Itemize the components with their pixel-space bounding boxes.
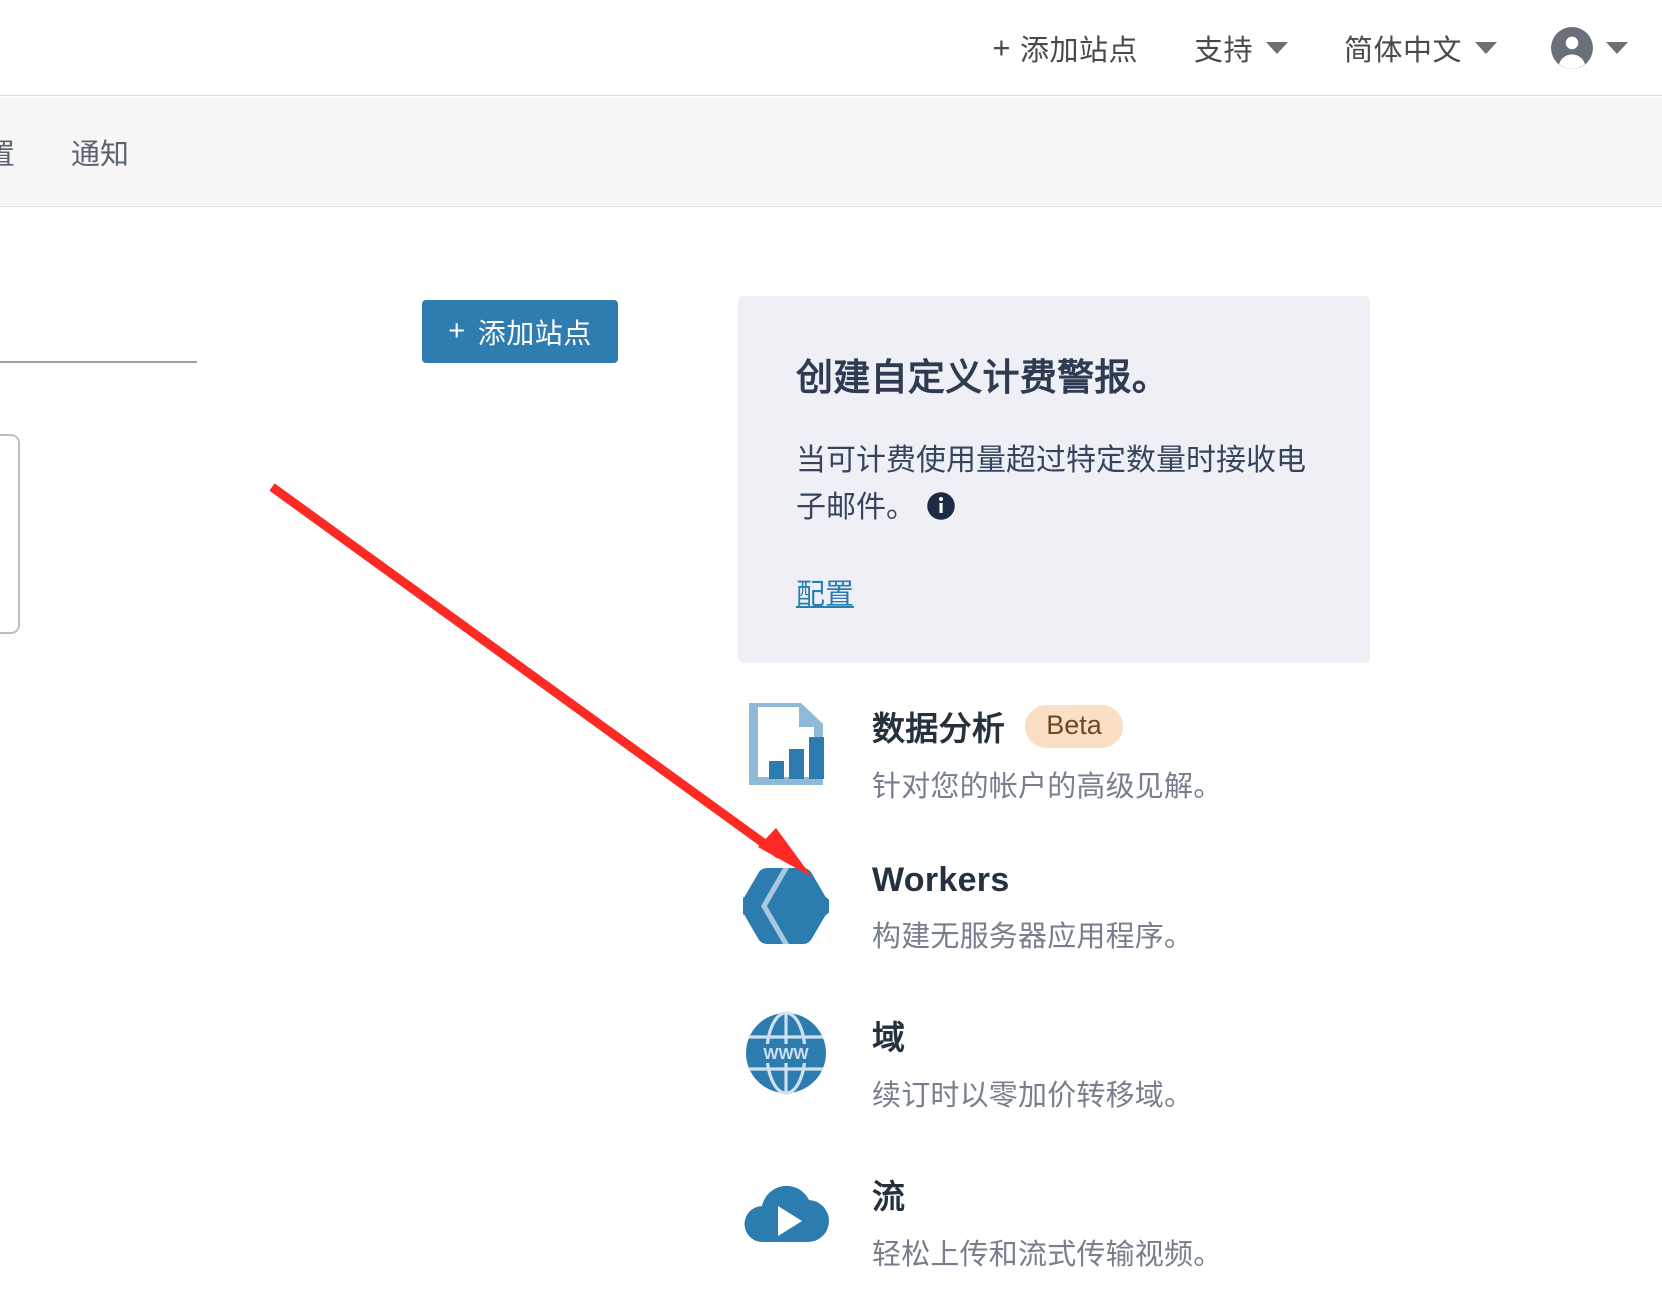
workers-logo-icon <box>738 857 834 949</box>
chevron-down-icon <box>1265 41 1288 54</box>
user-avatar-icon <box>1551 26 1593 69</box>
left-panel-divider <box>0 361 197 363</box>
product-title-row: Workers <box>872 861 1193 900</box>
product-desc-analytics: 针对您的帐户的高级见解。 <box>872 771 1223 803</box>
product-desc-stream: 轻松上传和流式传输视频。 <box>872 1239 1223 1271</box>
billing-alert-description-text: 当可计费使用量超过特定数量时接收电子邮件。 <box>796 444 1306 524</box>
product-item-stream[interactable]: 流 轻松上传和流式传输视频。 <box>738 1166 1378 1273</box>
product-text-workers: Workers 构建无服务器应用程序。 <box>872 857 1193 955</box>
billing-alert-description: 当可计费使用量超过特定数量时接收电子邮件。 <box>796 438 1312 535</box>
subnav-item-settings[interactable]: 置 <box>0 131 15 173</box>
add-site-button[interactable]: + 添加站点 <box>422 300 618 363</box>
product-desc-workers: 构建无服务器应用程序。 <box>872 921 1194 953</box>
product-item-domains[interactable]: WWW 域 续订时以零加价转移域。 <box>738 1007 1378 1114</box>
chevron-down-icon <box>1475 41 1497 54</box>
product-title-row: 流 <box>872 1170 1222 1218</box>
billing-alert-configure-link[interactable]: 配置 <box>796 571 854 613</box>
info-icon[interactable] <box>926 489 956 536</box>
top-nav-language-label: 简体中文 <box>1343 34 1462 67</box>
chevron-down-icon <box>1606 41 1628 54</box>
top-nav-account-menu[interactable] <box>1525 26 1628 69</box>
top-nav-add-site-label: 添加站点 <box>1019 34 1138 67</box>
product-list: 数据分析 Beta 针对您的帐户的高级见解。 Workers 构建无服务器应用程… <box>738 698 1378 1298</box>
top-nav-support-label: 支持 <box>1193 34 1253 67</box>
top-navigation-bar: + 添加站点 支持 简体中文 <box>0 0 1662 96</box>
top-nav-support[interactable]: 支持 <box>1166 27 1316 69</box>
secondary-navigation-bar: 置 通知 <box>0 97 1662 207</box>
top-nav-language[interactable]: 简体中文 <box>1316 27 1525 69</box>
product-text-stream: 流 轻松上传和流式传输视频。 <box>872 1166 1222 1273</box>
beta-badge: Beta <box>1025 704 1123 748</box>
product-title-row: 数据分析 Beta <box>872 702 1222 750</box>
product-text-analytics: 数据分析 Beta 针对您的帐户的高级见解。 <box>872 698 1222 805</box>
billing-alert-title: 创建自定义计费警报。 <box>796 357 1169 398</box>
globe-www-icon: WWW <box>738 1007 834 1099</box>
cloud-play-stream-icon <box>738 1166 834 1258</box>
plus-icon: + <box>448 315 466 347</box>
product-title-domains: 域 <box>872 1019 906 1056</box>
product-title-stream: 流 <box>872 1178 906 1215</box>
product-title-row: 域 <box>872 1011 1193 1059</box>
product-item-workers[interactable]: Workers 构建无服务器应用程序。 <box>738 857 1378 955</box>
product-title-analytics: 数据分析 <box>872 710 1006 747</box>
product-item-analytics[interactable]: 数据分析 Beta 针对您的帐户的高级见解。 <box>738 698 1378 805</box>
main-content: + 添加站点 创建自定义计费警报。 当可计费使用量超过特定数量时接收电子邮件。 … <box>0 208 1662 1298</box>
product-title-workers: Workers <box>872 861 1010 899</box>
add-site-button-label: 添加站点 <box>477 317 592 349</box>
subnav-item-notifications[interactable]: 通知 <box>71 131 129 173</box>
top-nav-items: + 添加站点 支持 简体中文 <box>964 26 1662 69</box>
top-nav-add-site[interactable]: + 添加站点 <box>964 27 1166 69</box>
billing-alert-card: 创建自定义计费警报。 当可计费使用量超过特定数量时接收电子邮件。 配置 <box>738 296 1370 663</box>
left-panel-card-partial <box>0 434 20 634</box>
svg-text:WWW: WWW <box>763 1046 809 1063</box>
product-desc-domains: 续订时以零加价转移域。 <box>872 1080 1194 1112</box>
analytics-document-icon <box>738 698 834 790</box>
page-root: + 添加站点 支持 简体中文 置 通知 + 添加站点 创建自定义计费警报。 当可… <box>0 0 1662 1298</box>
product-text-domains: 域 续订时以零加价转移域。 <box>872 1007 1193 1114</box>
plus-icon: + <box>992 29 1011 65</box>
